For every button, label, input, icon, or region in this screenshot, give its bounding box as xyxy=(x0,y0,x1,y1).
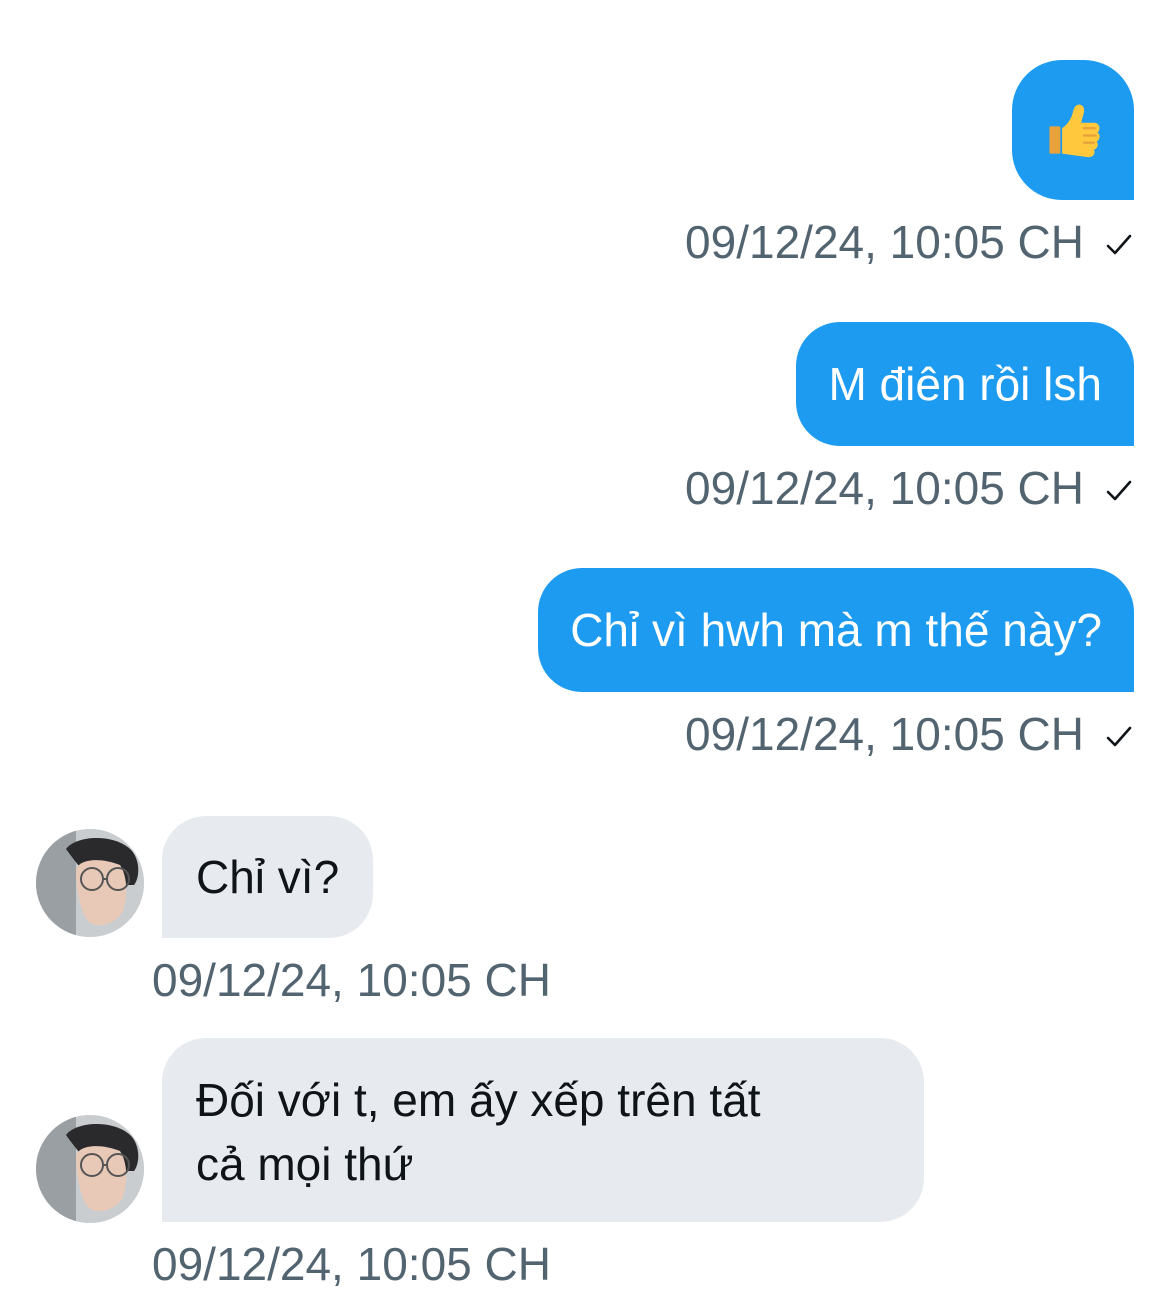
timestamp-text: 09/12/24, 10:05 CH xyxy=(685,708,1084,760)
message-timestamp: 09/12/24, 10:05 CH xyxy=(685,460,1134,516)
message-text-line: Đối với t, em ấy xếp trên tất xyxy=(196,1074,761,1126)
timestamp-text: 09/12/24, 10:05 CH xyxy=(685,462,1084,514)
message-timestamp: 09/12/24, 10:05 CH xyxy=(685,214,1134,270)
received-message-bubble[interactable]: Chỉ vì? xyxy=(162,816,374,938)
timestamp-text: 09/12/24, 10:05 CH xyxy=(152,954,551,1006)
timestamp-text: 09/12/24, 10:05 CH xyxy=(152,1238,551,1290)
check-icon xyxy=(1106,480,1132,501)
check-icon xyxy=(1106,726,1132,747)
message-timestamp: 09/12/24, 10:05 CH xyxy=(152,1236,551,1292)
check-icon xyxy=(1106,234,1132,255)
message-text: M điên rồi lsh xyxy=(828,358,1102,410)
avatar-photo xyxy=(36,1115,144,1223)
timestamp-text: 09/12/24, 10:05 CH xyxy=(685,216,1084,268)
message-timestamp: 09/12/24, 10:05 CH xyxy=(152,952,551,1008)
sent-message-bubble[interactable] xyxy=(1012,60,1134,200)
thumbs-up-icon xyxy=(1049,104,1100,158)
message-text: Chỉ vì hwh mà m thế này? xyxy=(570,604,1102,656)
sent-message-bubble[interactable]: M điên rồi lsh xyxy=(796,322,1134,446)
message-timestamp: 09/12/24, 10:05 CH xyxy=(685,706,1134,762)
received-message-bubble[interactable]: Đối với t, em ấy xếp trên tất cả mọi thứ xyxy=(162,1038,924,1222)
avatar[interactable] xyxy=(36,1115,144,1223)
avatar[interactable] xyxy=(36,829,144,937)
message-text: Chỉ vì? xyxy=(196,851,340,903)
message-text-line: cả mọi thứ xyxy=(196,1138,414,1190)
sent-message-bubble[interactable]: Chỉ vì hwh mà m thế này? xyxy=(538,568,1134,692)
avatar-photo xyxy=(36,829,144,937)
